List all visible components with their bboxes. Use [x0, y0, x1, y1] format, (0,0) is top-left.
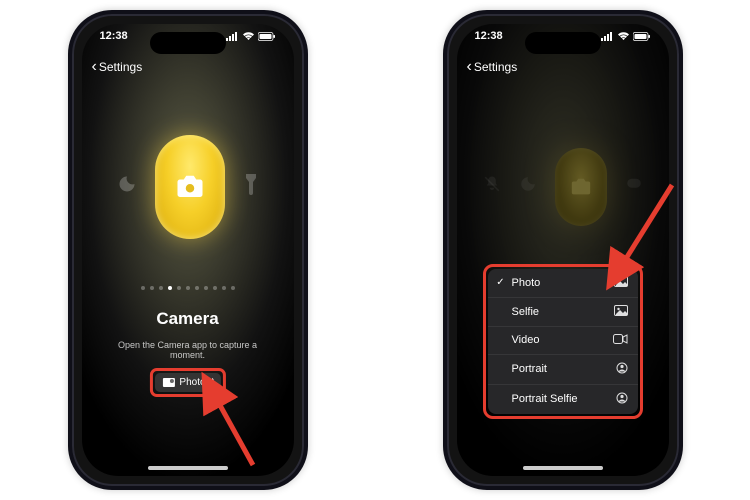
home-indicator [148, 466, 228, 470]
portrait-icon [616, 362, 628, 377]
camera-icon [175, 172, 205, 202]
video-icon [613, 334, 628, 347]
menu-label: Portrait Selfie [512, 393, 578, 405]
highlight-box: ✓ Photo Selfie Video Portrait Portrait Se… [483, 264, 643, 419]
menu-item-photo[interactable]: ✓ Photo [488, 269, 638, 298]
portrait-icon [616, 392, 628, 407]
wifi-icon [242, 32, 255, 41]
chevron-left-icon: ‹ [92, 62, 97, 72]
chevron-left-icon: ‹ [467, 62, 472, 72]
back-label: Settings [474, 60, 517, 74]
highlight-box: Photo ▴▾ [149, 368, 225, 397]
status-time: 12:38 [475, 30, 503, 42]
status-icons [601, 30, 651, 42]
screen: 12:38 ‹ Settings [82, 24, 294, 476]
checkmark-icon: ✓ [496, 277, 506, 288]
flashlight-icon [243, 173, 259, 200]
menu-item-video[interactable]: Video [488, 327, 638, 355]
dynamic-island [525, 32, 601, 54]
back-nav[interactable]: ‹ Settings [467, 60, 518, 74]
back-label: Settings [99, 60, 142, 74]
menu-label: Video [512, 334, 540, 346]
mode-menu: ✓ Photo Selfie Video Portrait Portrait Se… [488, 269, 638, 414]
camera-button[interactable] [155, 135, 225, 239]
back-nav[interactable]: ‹ Settings [92, 60, 143, 74]
mode-select-button[interactable]: Photo ▴▾ [154, 373, 220, 392]
dynamic-island [150, 32, 226, 54]
page-dots [141, 286, 235, 290]
menu-label: Portrait [512, 363, 547, 375]
wifi-icon [617, 32, 630, 41]
signal-icon [601, 32, 614, 41]
phone-left: 12:38 ‹ Settings [68, 10, 308, 490]
status-time: 12:38 [100, 30, 128, 42]
status-icons [226, 30, 276, 42]
picture-icon [614, 276, 628, 290]
menu-label: Selfie [512, 306, 540, 318]
do-not-disturb-icon [117, 174, 137, 199]
menu-item-portrait-selfie[interactable]: Portrait Selfie [488, 385, 638, 414]
up-down-chevron-icon: ▴▾ [211, 378, 213, 386]
page-subtitle: Open the Camera app to capture a moment. [82, 340, 294, 360]
phone-right: 12:38 ‹ Settings [443, 10, 683, 490]
page-title: Camera [82, 309, 294, 329]
picture-icon [614, 305, 628, 319]
picture-icon [162, 378, 174, 387]
battery-icon [633, 32, 651, 41]
mode-label: Photo [179, 377, 205, 388]
menu-label: Photo [512, 277, 541, 289]
signal-icon [226, 32, 239, 41]
battery-icon [258, 32, 276, 41]
menu-item-selfie[interactable]: Selfie [488, 298, 638, 327]
menu-item-portrait[interactable]: Portrait [488, 355, 638, 385]
home-indicator [523, 466, 603, 470]
screen: 12:38 ‹ Settings [457, 24, 669, 476]
